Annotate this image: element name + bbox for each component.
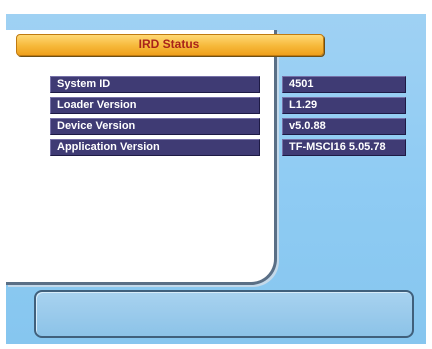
loader-version-value: L1.29: [282, 97, 406, 114]
message-box: [34, 290, 414, 338]
device-version-label: Device Version: [50, 118, 260, 135]
device-version-value: v5.0.88: [282, 118, 406, 135]
system-id-label: System ID: [50, 76, 260, 93]
system-id-value: 4501: [282, 76, 406, 93]
loader-version-label: Loader Version: [50, 97, 260, 114]
application-version-value: TF-MSCI16 5.05.78: [282, 139, 406, 156]
info-values: 4501 L1.29 v5.0.88 TF-MSCI16 5.05.78: [282, 76, 406, 160]
info-labels: System ID Loader Version Device Version …: [50, 76, 260, 160]
screen: IRD Status System ID Loader Version Devi…: [0, 0, 432, 349]
application-version-label: Application Version: [50, 139, 260, 156]
page-title: IRD Status: [138, 37, 200, 51]
